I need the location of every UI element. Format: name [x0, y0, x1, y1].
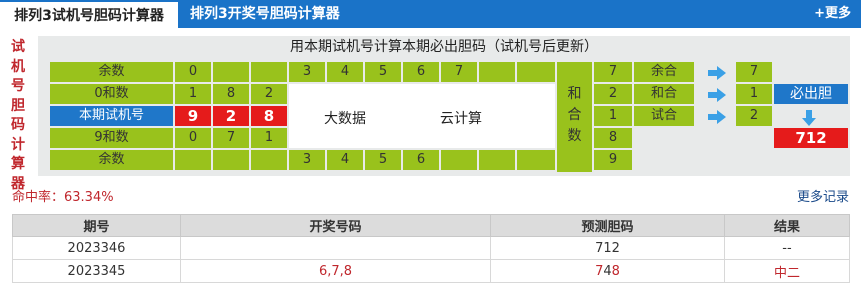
col-header-period: 期号 [12, 214, 181, 237]
grid-cell: 3 [289, 62, 325, 82]
cloud-compute-label: 云计算 [440, 111, 482, 127]
cell-period: 2023345 [12, 259, 181, 283]
he-value: 8 [594, 128, 632, 148]
grid-cell: 4 [327, 150, 363, 170]
grid-cell: 4 [327, 62, 363, 82]
vertical-title-char: 算 [11, 156, 25, 172]
bidan-value: 712 [774, 128, 848, 148]
grid-cell: 5 [365, 62, 401, 82]
bidan-label: 必出胆 [774, 84, 848, 104]
trial-digit: 2 [213, 106, 249, 126]
grid-cell: 6 [403, 62, 439, 82]
he-value: 9 [594, 150, 632, 170]
row-label-remainder: 余数 [50, 62, 173, 82]
col-header-draw: 开奖号码 [180, 214, 491, 237]
grid-cell [479, 150, 515, 170]
grid-caption: 用本期试机号计算本期必出胆码（试机号后更新） [290, 39, 598, 55]
cell-result: 中二 [724, 259, 850, 283]
vertical-title: 试 机 号 胆 码 计 算 器 [9, 38, 27, 194]
vertical-title-char: 胆 [11, 97, 25, 114]
he-name-he-he: 和合 [634, 84, 694, 104]
cell-draw: 6,7,8 [180, 259, 491, 283]
grid-cell: 0 [175, 62, 211, 82]
grid-cell: 3 [289, 150, 325, 170]
cell-predict: 712 [490, 236, 725, 260]
col-header-result: 结果 [724, 214, 850, 237]
he-name-shi-he: 试合 [634, 106, 694, 126]
he-value: 1 [594, 106, 632, 126]
grid-cell: 8 [213, 84, 249, 104]
grid-cell [251, 62, 287, 82]
grid-cell: 1 [175, 84, 211, 104]
arrow-right-icon [708, 110, 726, 124]
predict-digit: 4 [603, 263, 612, 279]
row-label-remainder: 余数 [50, 150, 173, 170]
table-row: 2023345 6,7,8 748 中二 [12, 259, 850, 283]
cell-draw [180, 236, 491, 260]
he-label-char: 数 [567, 128, 582, 144]
cell-result: -- [724, 236, 850, 260]
arrow-right-icon [708, 88, 726, 102]
vertical-title-char: 机 [11, 58, 25, 75]
row-label-nine-sum: 9和数 [50, 128, 173, 148]
grid-cell [175, 150, 211, 170]
table-row: 2023346 712 -- [12, 236, 850, 260]
grid-cell [213, 62, 249, 82]
grid-cell [479, 62, 515, 82]
vertical-title-char: 计 [11, 136, 25, 153]
more-link[interactable]: +更多 [814, 0, 851, 28]
tab-draw-number-calculator[interactable]: 排列3开奖号胆码计算器 [190, 0, 340, 28]
more-records-link[interactable]: 更多记录 [797, 186, 849, 205]
history-table: 期号 开奖号码 预测胆码 结果 2023346 712 -- 2023345 6… [12, 214, 850, 283]
row-label-trial-number: 本期试机号 [50, 106, 173, 126]
grid-cell [441, 150, 477, 170]
predict-part: 748 [595, 264, 620, 279]
hit-rate: 命中率：63.34% [12, 190, 114, 205]
vertical-title-char: 试 [11, 39, 25, 55]
trial-digit: 8 [251, 106, 287, 126]
table-header-row: 期号 开奖号码 预测胆码 结果 [12, 214, 850, 237]
arrow-right-icon [708, 66, 726, 80]
grid-cell: 5 [365, 150, 401, 170]
grid-cell [517, 150, 555, 170]
result-value: 1 [736, 84, 772, 104]
cell-predict: 748 [490, 259, 725, 283]
trial-digit: 9 [175, 106, 211, 126]
big-data-label: 大数据 [324, 111, 366, 127]
tab-trial-number-calculator[interactable]: 排列3试机号胆码计算器 [0, 0, 178, 28]
arrow-down-icon [802, 110, 816, 126]
grid-cell [251, 150, 287, 170]
row-label-zero-sum: 0和数 [50, 84, 173, 104]
he-name-yu-he: 余合 [634, 62, 694, 82]
he-label-char: 合 [567, 107, 582, 123]
grid-cell: 7 [213, 128, 249, 148]
grid-cell [517, 62, 555, 82]
vertical-title-char: 号 [11, 78, 25, 94]
he-value: 2 [594, 84, 632, 104]
calculator-grid: 用本期试机号计算本期必出胆码（试机号后更新） 余数 0 3 4 5 6 7 0和… [38, 36, 850, 176]
col-header-predict: 预测胆码 [490, 214, 725, 237]
grid-cell: 6 [403, 150, 439, 170]
predict-digit: 8 [611, 263, 620, 279]
tab-bar: 排列3试机号胆码计算器 排列3开奖号胆码计算器 +更多 [0, 0, 861, 28]
he-label-char: 和 [567, 86, 582, 102]
vertical-title-char: 码 [11, 117, 25, 133]
he-he-shu-label: 和 合 数 [557, 62, 592, 172]
grid-cell: 1 [251, 128, 287, 148]
grid-cell [213, 150, 249, 170]
grid-cell: 2 [251, 84, 287, 104]
he-value: 7 [594, 62, 632, 82]
grid-cell: 0 [175, 128, 211, 148]
cell-period: 2023346 [12, 236, 181, 260]
result-value: 2 [736, 106, 772, 126]
grid-cell: 7 [441, 62, 477, 82]
result-value: 7 [736, 62, 772, 82]
